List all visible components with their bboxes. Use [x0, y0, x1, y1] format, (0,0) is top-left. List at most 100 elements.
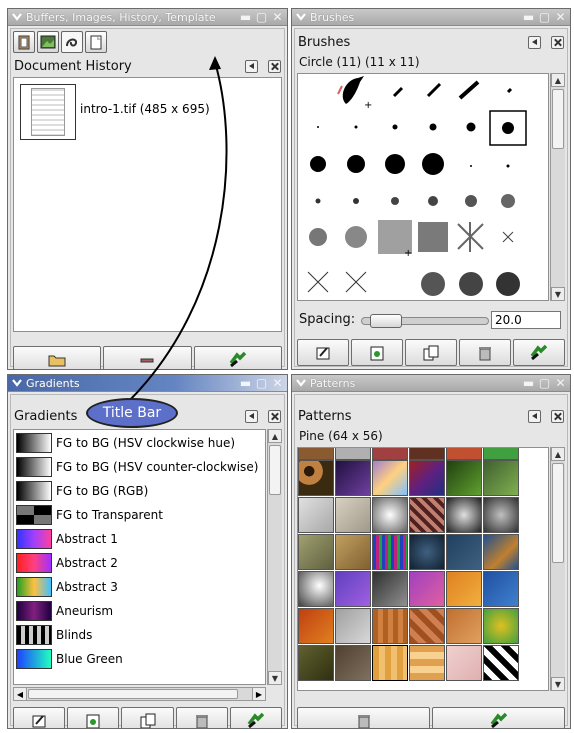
pattern-cell[interactable] [409, 534, 445, 570]
history-entry[interactable]: intro-1.tif (485 x 695) [20, 84, 210, 140]
pattern-cell[interactable] [335, 460, 371, 496]
cross-brush[interactable] [502, 231, 514, 243]
gradient-hscrollbar[interactable]: ◀ ▶ [13, 687, 266, 701]
pattern-cell[interactable] [335, 448, 371, 460]
hatch-brush[interactable] [459, 272, 483, 296]
maximize-icon[interactable]: ▢ [255, 376, 268, 390]
pattern-cell[interactable] [298, 448, 334, 460]
dock-close-icon[interactable] [268, 409, 281, 423]
pattern-cell[interactable] [372, 534, 408, 570]
pattern-cell[interactable] [409, 448, 445, 460]
fuzzy-brush-1[interactable] [470, 165, 472, 167]
maximize-icon[interactable]: ▢ [538, 376, 551, 390]
history-refresh-button[interactable] [193, 346, 282, 369]
gradients-titlebar[interactable]: Gradients ▬ ▢ ✕ [8, 375, 287, 392]
fuzzy-brush-5[interactable] [315, 198, 321, 204]
pattern-cell[interactable] [483, 448, 519, 460]
pattern-cell[interactable] [372, 571, 408, 607]
duplicate-gradient-button[interactable] [121, 707, 174, 728]
scroll-thumb[interactable] [552, 463, 564, 563]
pattern-cell[interactable] [335, 645, 371, 681]
pattern-cell[interactable] [335, 608, 371, 644]
edit-brush-button[interactable] [297, 339, 349, 366]
refresh-patterns-button[interactable] [432, 707, 565, 728]
minimize-icon[interactable]: ▬ [239, 376, 252, 390]
circle-brush-19[interactable] [422, 153, 444, 175]
refresh-brushes-button[interactable] [513, 339, 565, 366]
cross-brush-2[interactable] [307, 271, 329, 293]
fuzzy-brush-11[interactable] [428, 196, 438, 206]
circle-brush-5[interactable] [392, 124, 398, 130]
chevron-down-icon[interactable] [295, 11, 307, 23]
chevron-down-icon[interactable] [11, 11, 23, 23]
scroll-up-icon[interactable]: ▲ [268, 429, 282, 443]
pattern-cell[interactable] [446, 460, 482, 496]
new-brush-button[interactable] [351, 339, 403, 366]
close-icon[interactable]: ✕ [271, 376, 284, 390]
cross-brush-3[interactable] [345, 271, 367, 293]
delete-brush-button[interactable] [459, 339, 511, 366]
new-gradient-button[interactable] [67, 707, 120, 728]
spacing-slider[interactable] [361, 314, 489, 328]
dock-close-icon[interactable] [551, 409, 564, 423]
galaxy-brush[interactable] [496, 272, 520, 296]
pattern-cell[interactable] [298, 534, 334, 570]
spacing-spinbox[interactable]: 20.0 [491, 311, 561, 329]
pattern-cell[interactable] [446, 534, 482, 570]
list-item[interactable]: FG to BG (RGB) [16, 479, 148, 503]
minimize-icon[interactable]: ▬ [522, 376, 535, 390]
pattern-cell[interactable] [409, 571, 445, 607]
texture-brush-2[interactable] [418, 222, 448, 252]
scroll-down-icon[interactable]: ▼ [551, 677, 565, 691]
circle-brush-3[interactable] [354, 125, 358, 129]
raise-display-button[interactable] [103, 346, 192, 369]
chevron-down-icon[interactable] [11, 377, 23, 389]
brushes-titlebar[interactable]: Brushes ▬ ▢ ✕ [292, 9, 570, 26]
pattern-cell[interactable] [446, 608, 482, 644]
pattern-cell[interactable] [335, 534, 371, 570]
delete-gradient-button[interactable] [175, 707, 228, 728]
pattern-scrollbar[interactable]: ▲ ▼ [550, 447, 565, 691]
brush-scrollbar[interactable]: ▲ ▼ [550, 73, 565, 301]
circle-brush-13[interactable] [310, 156, 326, 172]
pattern-cell[interactable] [298, 571, 334, 607]
pattern-grid[interactable] [297, 447, 549, 691]
refresh-gradients-button[interactable] [229, 707, 283, 728]
pattern-cell[interactable] [372, 608, 408, 644]
fuzzy-brush-7[interactable] [353, 198, 359, 204]
pattern-marble[interactable] [298, 497, 334, 533]
pattern-pine-selected[interactable] [372, 645, 408, 681]
close-icon[interactable]: ✕ [554, 376, 567, 390]
fuzzy-brush-17[interactable] [309, 228, 327, 246]
buffers-titlebar[interactable]: Buffers, Images, History, Template ▬ ▢ ✕ [8, 9, 287, 26]
list-item[interactable]: Abstract 2 [16, 551, 118, 575]
dock-menu-icon[interactable] [245, 59, 258, 73]
scroll-left-icon[interactable]: ◀ [14, 688, 27, 700]
stroke-brush-3[interactable] [458, 80, 480, 100]
open-image-button[interactable] [13, 346, 102, 369]
fuzzy-brush-3[interactable] [506, 164, 510, 168]
dock-close-icon[interactable] [551, 35, 564, 49]
fuzzy-brush-19[interactable] [345, 226, 367, 248]
pattern-cell[interactable] [409, 460, 445, 496]
history-list[interactable]: intro-1.tif (485 x 695) [13, 77, 282, 332]
chevron-down-icon[interactable] [295, 377, 307, 389]
pattern-cell[interactable] [446, 497, 482, 533]
circle-brush-11[interactable] [502, 122, 514, 134]
list-item[interactable]: FG to Transparent [16, 503, 163, 527]
close-icon[interactable]: ✕ [271, 10, 284, 24]
edit-gradient-button[interactable] [13, 707, 66, 728]
tab-images[interactable] [37, 31, 59, 53]
brush-grid[interactable]: + + [297, 73, 549, 301]
stroke-brush-1[interactable] [392, 86, 404, 98]
pattern-cell[interactable] [409, 608, 445, 644]
pattern-cell[interactable] [298, 645, 334, 681]
pattern-cell[interactable] [446, 645, 482, 681]
list-item[interactable]: FG to BG (HSV counter-clockwise) [16, 455, 258, 479]
gradient-scrollbar[interactable]: ▲ ▼ [267, 429, 282, 685]
stroke-brush-4[interactable] [506, 87, 513, 94]
close-icon[interactable]: ✕ [554, 10, 567, 24]
pattern-cell[interactable] [483, 497, 519, 533]
pattern-cell[interactable] [298, 608, 334, 644]
tab-templates[interactable] [85, 31, 107, 53]
